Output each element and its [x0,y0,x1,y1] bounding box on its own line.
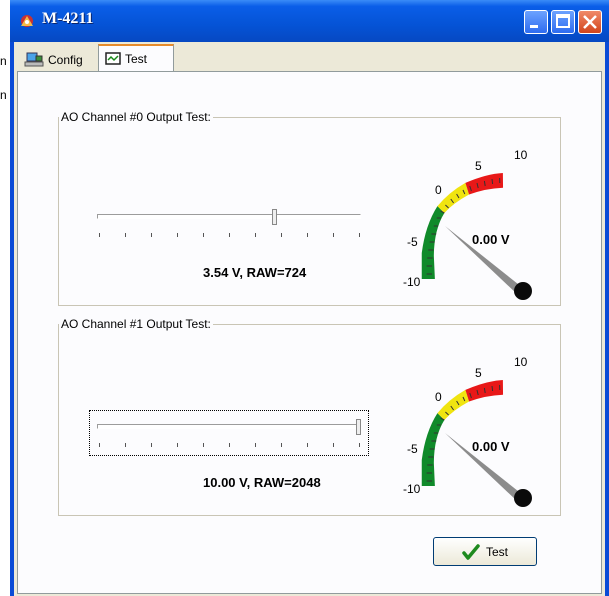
slider-tick [255,233,256,237]
slider-tick [255,443,256,447]
test-button[interactable]: Test [433,537,537,566]
slider-tick [99,443,100,447]
background-text-1: n [0,54,7,68]
gauge-label-zero: 0 [435,183,442,197]
tab-test[interactable]: Test [98,44,174,72]
close-button[interactable] [578,10,602,34]
gauge-label-five: 5 [475,159,482,173]
channel-0-slider[interactable] [95,206,363,244]
app-icon [21,15,33,27]
gauge-label-neg10: -10 [403,482,421,496]
gauge-label-neg10: -10 [403,275,421,289]
slider-tick [359,233,360,237]
channel-1-slider[interactable] [95,416,363,454]
slider-tick [333,233,334,237]
slider-tick [229,443,230,447]
slider-tick [307,233,308,237]
channel-0-gauge: -10 -5 0 5 10 0.00 V [403,148,532,300]
slider-tick [229,233,230,237]
slider-tick [359,443,360,447]
network-computer-icon [24,52,44,67]
gauge-label-ten: 10 [514,355,528,369]
slider-tick [281,443,282,447]
app-window: M-4211 Config Test AO Channel #0 Output … [10,0,609,596]
slider-tick [281,233,282,237]
slider-tick [151,443,152,447]
tab-config[interactable]: Config [18,48,96,72]
gauge-red-arc [465,380,504,402]
gauge-value-text: 0.00 V [472,232,510,247]
maximize-button[interactable] [551,10,575,34]
gauge-label-zero: 0 [435,390,442,404]
gauge-label-neg5: -5 [407,442,418,456]
gauge-label-neg5: -5 [407,235,418,249]
gauge-yellow-arc [437,389,470,421]
slider-tick [125,233,126,237]
background-text-2: n [0,88,7,102]
gauge-value-text: 0.00 V [472,439,510,454]
checkmark-icon [462,543,480,560]
gauge-pivot [514,489,532,507]
slider-tick [99,233,100,237]
window-title: M-4211 [42,10,94,27]
monitor-icon [105,52,121,65]
title-bar[interactable]: M-4211 [10,0,609,42]
slider-tick [203,443,204,447]
channel-1-group-label: AO Channel #1 Output Test: [59,317,213,331]
channel-1-value-text: 10.00 V, RAW=2048 [203,475,321,490]
slider-tick [177,233,178,237]
test-tab-panel: AO Channel #0 Output Test: 3.54 V, RAW=7… [17,71,602,594]
gauge-green-arc [421,413,445,487]
channel-1-group: AO Channel #1 Output Test: 10.00 V, RAW=… [58,317,561,516]
channel-0-group: AO Channel #0 Output Test: 3.54 V, RAW=7… [58,110,561,306]
gauge-red-arc [465,173,504,195]
tab-test-label: Test [125,52,148,66]
slider-tick [125,443,126,447]
gauge-green-arc [421,206,445,280]
gauge-label-ten: 10 [514,148,528,162]
channel-1-slider-thumb[interactable] [356,419,361,435]
minimize-icon [530,25,538,28]
slider-tick [151,233,152,237]
test-button-label: Test [485,544,508,559]
minimize-button[interactable] [524,10,548,34]
close-icon [583,15,597,29]
client-area: Config Test AO Channel #0 Output Test: 3… [14,42,605,596]
channel-1-slider-track [97,424,361,429]
channel-0-slider-thumb[interactable] [272,209,278,225]
channel-0-slider-track [97,214,361,219]
gauge-yellow-arc [437,182,470,214]
slider-tick [177,443,178,447]
maximize-icon [556,14,570,28]
tab-config-label: Config [48,53,83,67]
gauge-label-five: 5 [475,366,482,380]
channel-1-gauge: -10 -5 0 5 10 0.00 V [403,355,532,507]
slider-tick [333,443,334,447]
channel-0-value-text: 3.54 V, RAW=724 [203,265,307,280]
channel-0-group-label: AO Channel #0 Output Test: [59,110,213,124]
gauge-pivot [514,282,532,300]
slider-tick [307,443,308,447]
tab-strip: Config Test [14,42,605,72]
slider-tick [203,233,204,237]
